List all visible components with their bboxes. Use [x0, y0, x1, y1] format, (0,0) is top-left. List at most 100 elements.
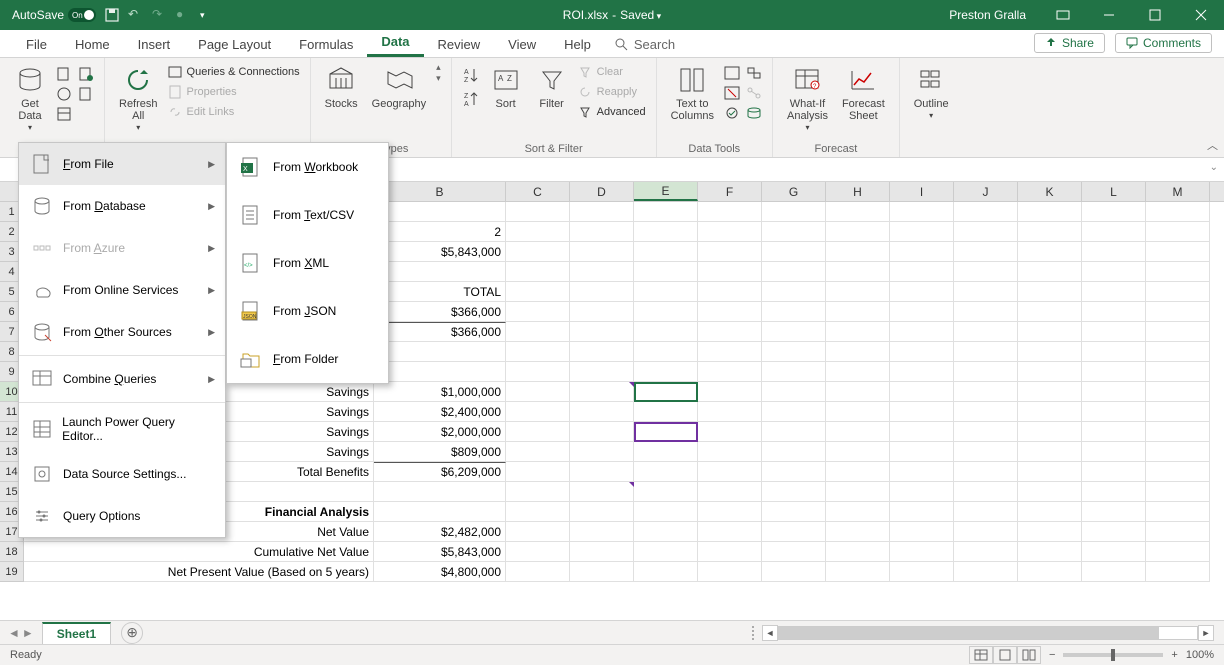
existing-conn-icon[interactable]	[78, 86, 94, 102]
cell[interactable]: TOTAL	[374, 282, 506, 302]
cell[interactable]: $5,843,000	[374, 242, 506, 262]
cell[interactable]	[890, 262, 954, 282]
cell[interactable]	[1146, 462, 1210, 482]
cell[interactable]	[506, 222, 570, 242]
maximize-icon[interactable]	[1132, 0, 1178, 30]
expand-formula-bar-icon[interactable]: ⌄	[1210, 162, 1218, 173]
cell[interactable]	[698, 542, 762, 562]
cell[interactable]	[506, 482, 570, 502]
cell[interactable]	[890, 562, 954, 582]
cell[interactable]: $2,400,000	[374, 402, 506, 422]
cell[interactable]	[1146, 322, 1210, 342]
sort-desc-icon[interactable]: ZA	[462, 90, 480, 108]
cell[interactable]	[506, 442, 570, 462]
cell[interactable]	[570, 402, 634, 422]
cell[interactable]	[890, 482, 954, 502]
cell[interactable]	[506, 282, 570, 302]
cell[interactable]	[1018, 462, 1082, 482]
cell[interactable]	[954, 382, 1018, 402]
cell[interactable]	[890, 522, 954, 542]
cell[interactable]	[1018, 502, 1082, 522]
cell[interactable]	[762, 362, 826, 382]
cell[interactable]	[1082, 482, 1146, 502]
col-header-C[interactable]: C	[506, 182, 570, 201]
cell[interactable]	[570, 322, 634, 342]
cell[interactable]	[1082, 222, 1146, 242]
cell[interactable]	[954, 302, 1018, 322]
cell[interactable]	[1146, 442, 1210, 462]
cell[interactable]	[890, 302, 954, 322]
cell[interactable]	[634, 262, 698, 282]
cell[interactable]	[634, 542, 698, 562]
cell[interactable]	[890, 222, 954, 242]
cell[interactable]	[634, 422, 698, 442]
cell[interactable]	[762, 382, 826, 402]
cell[interactable]	[506, 422, 570, 442]
cell[interactable]	[1082, 502, 1146, 522]
cell[interactable]	[506, 322, 570, 342]
cell[interactable]	[1018, 222, 1082, 242]
cell[interactable]	[954, 422, 1018, 442]
cell[interactable]	[762, 262, 826, 282]
add-sheet-button[interactable]: ⊕	[121, 622, 143, 644]
col-header-H[interactable]: H	[826, 182, 890, 201]
forecast-sheet-button[interactable]: Forecast Sheet	[838, 62, 889, 124]
cell[interactable]	[698, 422, 762, 442]
cell[interactable]	[570, 482, 634, 502]
zoom-in-button[interactable]: +	[1171, 649, 1177, 661]
cell[interactable]	[1018, 562, 1082, 582]
cell[interactable]	[698, 482, 762, 502]
cell[interactable]	[1082, 202, 1146, 222]
minimize-icon[interactable]	[1086, 0, 1132, 30]
cell[interactable]	[698, 322, 762, 342]
cell[interactable]	[1082, 262, 1146, 282]
cell[interactable]	[954, 262, 1018, 282]
cell[interactable]	[1146, 402, 1210, 422]
cell[interactable]	[762, 522, 826, 542]
view-page-break-button[interactable]	[1017, 646, 1041, 664]
cell[interactable]	[890, 462, 954, 482]
cell[interactable]	[1146, 382, 1210, 402]
launch-power-query[interactable]: Launch Power Query Editor...	[19, 405, 225, 453]
cell[interactable]	[634, 562, 698, 582]
data-types-scroll-down[interactable]: ▾	[436, 73, 441, 84]
col-header-L[interactable]: L	[1082, 182, 1146, 201]
cell[interactable]	[634, 442, 698, 462]
cell[interactable]	[890, 362, 954, 382]
col-header-G[interactable]: G	[762, 182, 826, 201]
cell[interactable]	[1082, 442, 1146, 462]
cell[interactable]	[374, 342, 506, 362]
cell[interactable]	[506, 502, 570, 522]
queries-connections-button[interactable]: Queries & Connections	[168, 64, 300, 80]
col-header-K[interactable]: K	[1018, 182, 1082, 201]
cell[interactable]	[570, 202, 634, 222]
cell[interactable]	[890, 542, 954, 562]
cell[interactable]	[954, 402, 1018, 422]
col-header-M[interactable]: M	[1146, 182, 1210, 201]
cell[interactable]	[1018, 442, 1082, 462]
col-header-D[interactable]: D	[570, 182, 634, 201]
menu-item-from-other-sources[interactable]: From Other Sources▶	[19, 311, 225, 353]
cell[interactable]	[954, 562, 1018, 582]
col-header-B[interactable]: B	[374, 182, 506, 201]
autosave-toggle[interactable]: AutoSave On	[12, 8, 96, 22]
cell[interactable]	[698, 362, 762, 382]
hscroll-left[interactable]: ◄	[762, 625, 778, 641]
cell[interactable]	[826, 562, 890, 582]
cell[interactable]	[570, 262, 634, 282]
cell[interactable]	[1018, 202, 1082, 222]
cell[interactable]	[1146, 262, 1210, 282]
cell[interactable]	[762, 342, 826, 362]
table-row[interactable]: 19Net Present Value (Based on 5 years)$4…	[0, 562, 1224, 582]
cell[interactable]	[570, 442, 634, 462]
tell-me-search[interactable]: Search	[605, 32, 685, 57]
cell[interactable]	[506, 242, 570, 262]
cell[interactable]	[762, 302, 826, 322]
zoom-level[interactable]: 100%	[1186, 649, 1214, 661]
cell[interactable]	[1082, 322, 1146, 342]
cell[interactable]	[570, 242, 634, 262]
cell[interactable]	[634, 282, 698, 302]
relationships-icon[interactable]	[746, 86, 762, 100]
collapse-ribbon-icon[interactable]: ︿	[1207, 137, 1218, 153]
geography-button[interactable]: Geography	[368, 62, 430, 112]
